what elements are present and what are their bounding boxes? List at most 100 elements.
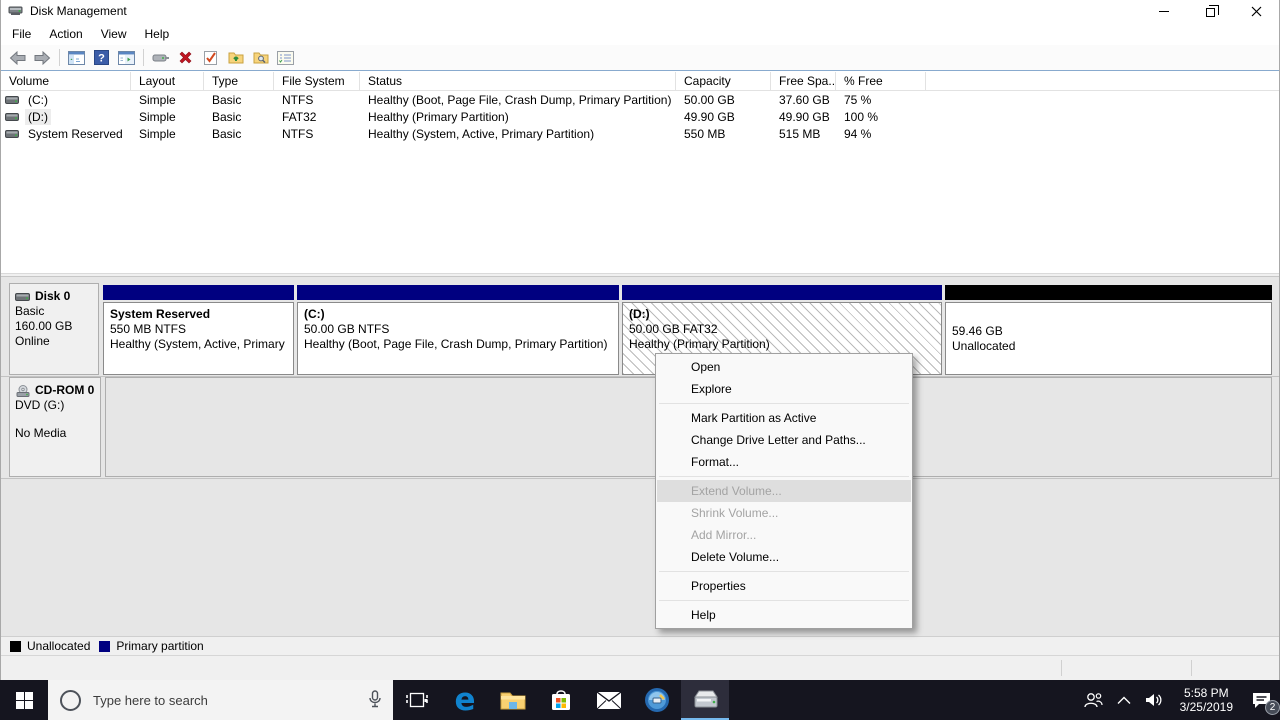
menu-action[interactable]: Action — [40, 23, 91, 45]
volume-name: (D:) — [25, 109, 51, 125]
menu-item-add-mirror[interactable]: Add Mirror... — [657, 524, 911, 546]
clock-time: 5:58 PM — [1180, 686, 1233, 700]
column-volume[interactable]: Volume — [1, 72, 131, 90]
column-file-system[interactable]: File System — [274, 72, 360, 90]
check-document-button[interactable] — [198, 47, 223, 69]
store-button[interactable] — [537, 680, 585, 720]
edge-button[interactable]: e — [441, 680, 489, 720]
menu-item-explore[interactable]: Explore — [657, 378, 911, 400]
menu-item-properties[interactable]: Properties — [657, 575, 911, 597]
disk0-row: Disk 0 Basic 160.00 GB Online System Res… — [9, 283, 1272, 375]
task-view-button[interactable] — [393, 680, 441, 720]
cell-free: 37.60 GB — [771, 93, 836, 107]
menu-view[interactable]: View — [92, 23, 136, 45]
close-icon — [1251, 6, 1262, 17]
menu-item-mark-partition-active[interactable]: Mark Partition as Active — [657, 407, 911, 429]
menu-item-extend-volume[interactable]: Extend Volume... — [657, 480, 911, 502]
mail-button[interactable] — [585, 680, 633, 720]
partition-name: (D:) — [629, 307, 935, 322]
menu-item-shrink-volume[interactable]: Shrink Volume... — [657, 502, 911, 524]
cortana-icon — [60, 690, 81, 711]
mail-icon — [596, 691, 622, 710]
partition-status: Healthy (System, Active, Primary — [110, 337, 287, 352]
partition-c[interactable]: (C:) 50.00 GB NTFS Healthy (Boot, Page F… — [297, 283, 619, 375]
window-controls — [1141, 0, 1279, 22]
volume-icon — [5, 129, 20, 139]
menu-item-help[interactable]: Help — [657, 604, 911, 626]
show-hidden-icons-button[interactable] — [1110, 680, 1138, 720]
forward-button[interactable] — [30, 47, 55, 69]
cdrom-row: CD-ROM 0 DVD (G:) No Media — [9, 377, 1272, 477]
menu-item-open[interactable]: Open — [657, 356, 911, 378]
people-button[interactable] — [1076, 680, 1110, 720]
delete-icon — [178, 50, 193, 65]
menu-help[interactable]: Help — [136, 23, 179, 45]
file-explorer-button[interactable] — [489, 680, 537, 720]
table-row-d[interactable]: (D:) Simple Basic FAT32 Healthy (Primary… — [1, 108, 1279, 125]
back-icon — [9, 51, 26, 65]
cdrom-header[interactable]: CD-ROM 0 DVD (G:) No Media — [9, 377, 101, 477]
edge-icon: e — [454, 685, 475, 715]
back-button[interactable] — [5, 47, 30, 69]
column-type[interactable]: Type — [204, 72, 274, 90]
volume-icon — [5, 95, 20, 105]
disk0-size: 160.00 GB — [15, 319, 98, 334]
cell-layout: Simple — [131, 127, 204, 141]
microphone-icon[interactable] — [368, 690, 382, 712]
cell-capacity: 49.90 GB — [676, 110, 771, 124]
cell-pct: 75 % — [836, 93, 926, 107]
show-action-pane-button[interactable] — [114, 47, 139, 69]
cell-type: Basic — [204, 93, 274, 107]
search-input[interactable] — [93, 693, 333, 708]
menu-item-delete-volume[interactable]: Delete Volume... — [657, 546, 911, 568]
folder-up-button[interactable] — [223, 47, 248, 69]
show-console-tree-button[interactable] — [64, 47, 89, 69]
help-button[interactable]: ? — [89, 47, 114, 69]
disk-view-button[interactable] — [148, 47, 173, 69]
volume-button[interactable] — [1138, 680, 1171, 720]
menu-file[interactable]: File — [3, 23, 40, 45]
action-center-button[interactable]: 2 — [1242, 680, 1280, 720]
disk-view-icon — [152, 52, 170, 64]
table-row-system-reserved[interactable]: System Reserved Simple Basic NTFS Health… — [1, 125, 1279, 142]
column-free-space[interactable]: Free Spa... — [771, 72, 836, 90]
partition-tool-button[interactable] — [633, 680, 681, 720]
menu-item-format[interactable]: Format... — [657, 451, 911, 473]
menu-item-change-drive-letter[interactable]: Change Drive Letter and Paths... — [657, 429, 911, 451]
delete-volume-button[interactable] — [173, 47, 198, 69]
taskbar-search[interactable] — [48, 680, 393, 720]
disk0-header[interactable]: Disk 0 Basic 160.00 GB Online — [9, 283, 99, 375]
column-pct-free[interactable]: % Free — [836, 72, 926, 90]
column-capacity[interactable]: Capacity — [676, 72, 771, 90]
column-layout[interactable]: Layout — [131, 72, 204, 90]
start-icon — [16, 692, 33, 709]
properties-list-button[interactable] — [273, 47, 298, 69]
folder-search-button[interactable] — [248, 47, 273, 69]
chevron-up-icon — [1117, 696, 1131, 705]
minimize-button[interactable] — [1141, 0, 1187, 22]
table-row-c[interactable]: (C:) Simple Basic NTFS Healthy (Boot, Pa… — [1, 91, 1279, 108]
unallocated-space[interactable]: 59.46 GB Unallocated — [945, 283, 1272, 375]
disk-icon — [15, 292, 31, 302]
column-status[interactable]: Status — [360, 72, 676, 90]
partition-name: System Reserved — [110, 307, 287, 322]
svg-text:?: ? — [98, 53, 105, 65]
start-button[interactable] — [0, 680, 48, 720]
speaker-icon — [1145, 692, 1164, 708]
disk-management-icon — [691, 687, 719, 711]
disk0-type: Basic — [15, 304, 98, 319]
partition-system-reserved[interactable]: System Reserved 550 MB NTFS Healthy (Sys… — [103, 283, 294, 375]
cell-capacity: 50.00 GB — [676, 93, 771, 107]
primary-partition-band — [622, 285, 942, 300]
restore-button[interactable] — [1187, 0, 1233, 22]
volume-name: System Reserved — [25, 126, 126, 142]
properties-list-icon — [277, 51, 294, 65]
system-tray: 5:58 PM 3/25/2019 2 — [1076, 680, 1280, 720]
disk-management-app-button[interactable] — [681, 680, 729, 720]
taskbar-clock[interactable]: 5:58 PM 3/25/2019 — [1171, 680, 1242, 720]
close-button[interactable] — [1233, 0, 1279, 22]
disk-management-window: Disk Management File Action View Help — [0, 0, 1280, 680]
cell-fs: NTFS — [274, 93, 360, 107]
volume-list: Volume Layout Type File System Status Ca… — [1, 72, 1279, 273]
people-icon — [1083, 691, 1103, 709]
